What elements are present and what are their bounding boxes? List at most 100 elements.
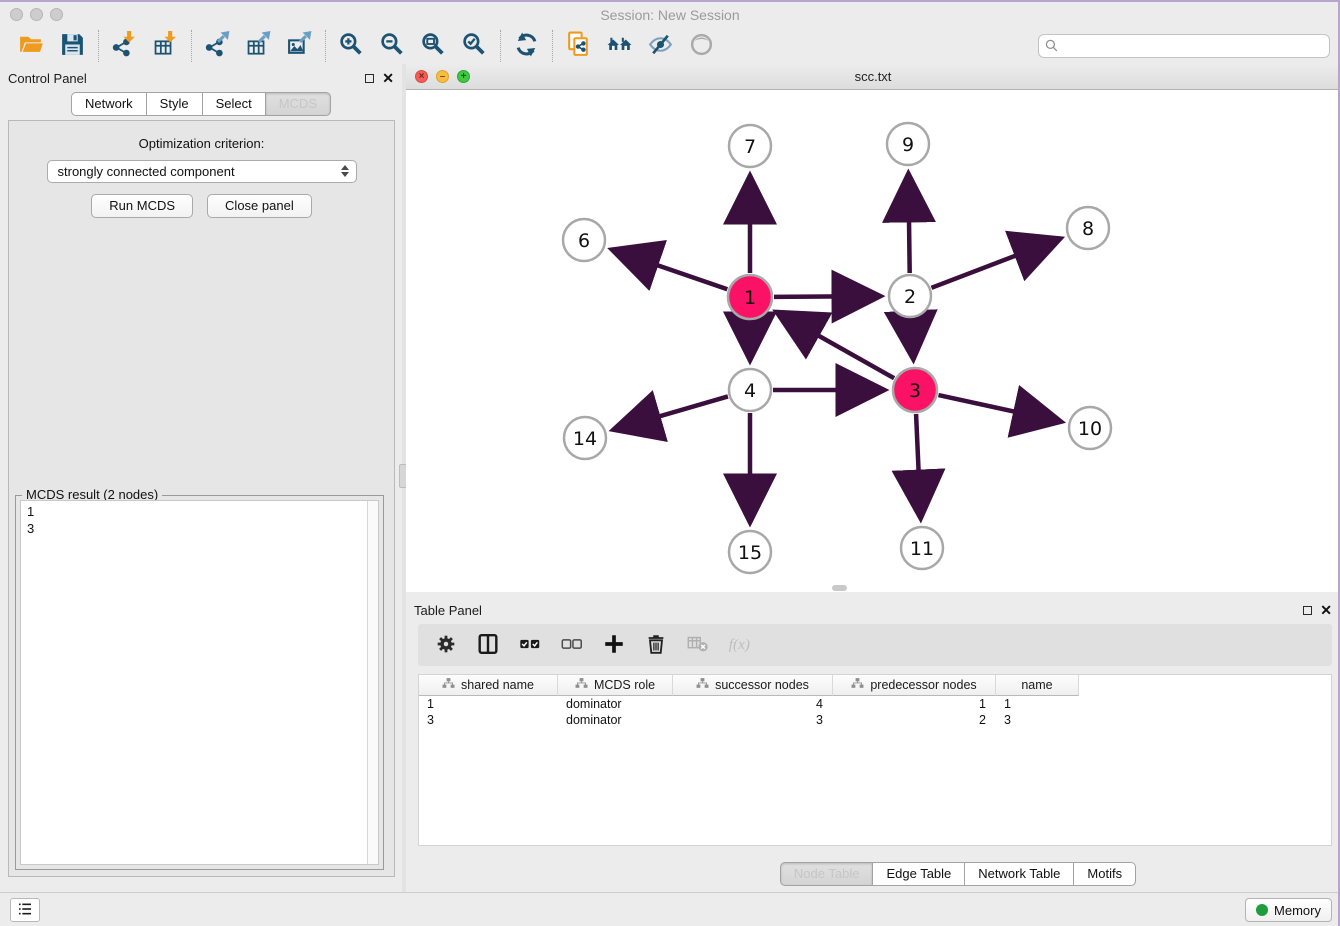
graph-edge-1-6[interactable]: [611, 249, 727, 289]
canvas-scrollbar-thumb[interactable]: [832, 585, 847, 591]
task-history-button[interactable]: [10, 898, 40, 922]
table-panel-header: Table Panel ✕: [406, 596, 1340, 624]
network-graph[interactable]: 7 9 6 8 1 2 4 3 14 10 15 11: [406, 90, 1340, 592]
graph-edge-3-10[interactable]: [938, 395, 1061, 422]
import-network-button[interactable]: [104, 30, 145, 62]
zoom-fit-button[interactable]: [413, 30, 454, 62]
graph-node-10[interactable]: 10: [1069, 407, 1111, 449]
sort-tree-icon: [575, 677, 588, 693]
memory-button[interactable]: Memory: [1245, 898, 1332, 922]
column-header-successor-nodes[interactable]: successor nodes: [673, 675, 833, 696]
table-row[interactable]: 3dominator323: [419, 712, 1331, 728]
graph-edge-2-8[interactable]: [931, 238, 1060, 287]
import-table-button[interactable]: [145, 30, 186, 62]
graph-edge-2-9[interactable]: [908, 173, 909, 273]
export-image-button[interactable]: [279, 30, 320, 62]
column-header-label: shared name: [461, 678, 534, 692]
table-cell: dominator: [558, 696, 673, 712]
mcds-result-line: 1: [27, 503, 378, 520]
zoom-selected-button[interactable]: [454, 30, 495, 62]
window-close-button[interactable]: [10, 8, 23, 21]
toolbar-group: [500, 30, 552, 62]
function-builder-button: f(x): [722, 628, 758, 662]
graph-node-15[interactable]: 15: [729, 531, 771, 573]
mcds-result-line: 3: [27, 520, 378, 537]
graph-node-11[interactable]: 11: [901, 527, 943, 569]
graph-node-9[interactable]: 9: [887, 123, 929, 165]
float-panel-icon[interactable]: [365, 74, 374, 83]
network-canvas[interactable]: 7 9 6 8 1 2 4 3 14 10 15 11: [406, 90, 1340, 592]
svg-text:7: 7: [744, 136, 756, 158]
tab-network[interactable]: Network: [71, 92, 147, 116]
select-all-columns-button[interactable]: [512, 628, 548, 662]
result-scrollbar[interactable]: [367, 501, 378, 864]
graph-edge-2-3[interactable]: [911, 319, 913, 360]
deselect-all-columns-button[interactable]: [554, 628, 590, 662]
tab-mcds[interactable]: MCDS: [265, 92, 331, 116]
zoom-out-button[interactable]: [372, 30, 413, 62]
column-header-label: name: [1021, 678, 1052, 692]
table-float-panel-icon[interactable]: [1303, 606, 1312, 615]
table-tab-motifs[interactable]: Motifs: [1073, 862, 1136, 886]
column-header-shared-name[interactable]: shared name: [419, 675, 558, 696]
export-image-icon: [286, 31, 313, 61]
node-table-header: shared name MCDS rolesuccessor nodes prede…: [419, 675, 1331, 696]
export-network-button[interactable]: [197, 30, 238, 62]
import-network-icon: [111, 31, 138, 61]
tab-select[interactable]: Select: [202, 92, 266, 116]
table-cell: 1: [996, 696, 1079, 712]
graph-node-2[interactable]: 2: [889, 275, 931, 317]
sort-tree-icon: [442, 677, 455, 693]
close-panel-icon[interactable]: ✕: [382, 73, 394, 83]
run-mcds-button[interactable]: Run MCDS: [91, 194, 193, 218]
graph-node-8[interactable]: 8: [1067, 207, 1109, 249]
save-session-button[interactable]: [52, 30, 93, 62]
open-file-button[interactable]: [11, 30, 52, 62]
criterion-dropdown-value: strongly connected component: [58, 164, 235, 179]
refresh-layout-button[interactable]: [506, 30, 547, 62]
graph-edge-3-1[interactable]: [776, 312, 894, 378]
first-neighbors-button[interactable]: [599, 30, 640, 62]
network-close-button[interactable]: ×: [415, 70, 428, 83]
close-panel-button[interactable]: Close panel: [207, 194, 312, 218]
tab-style[interactable]: Style: [146, 92, 203, 116]
graph-node-6[interactable]: 6: [563, 219, 605, 261]
graph-node-4[interactable]: 4: [729, 369, 771, 411]
mcds-result-area[interactable]: 13: [20, 500, 379, 865]
graph-edge-3-11[interactable]: [916, 414, 921, 519]
hide-selected-button[interactable]: [640, 30, 681, 62]
graph-node-1[interactable]: 1: [728, 275, 772, 319]
select-all-columns-icon: [518, 632, 542, 659]
clone-network-button[interactable]: [558, 30, 599, 62]
add-column-button[interactable]: [596, 628, 632, 662]
table-tab-node-table[interactable]: Node Table: [780, 862, 874, 886]
graph-node-7[interactable]: 7: [729, 125, 771, 167]
settings-gear-button[interactable]: [428, 628, 464, 662]
table-cell: 4: [673, 696, 833, 712]
window-zoom-button[interactable]: [50, 8, 63, 21]
toolbar-group: [191, 30, 325, 62]
network-minimize-button[interactable]: –: [436, 70, 449, 83]
network-zoom-button[interactable]: +: [457, 70, 470, 83]
graph-node-3[interactable]: 3: [893, 368, 937, 412]
graph-edge-4-14[interactable]: [613, 396, 728, 429]
table-tab-network-table[interactable]: Network Table: [964, 862, 1074, 886]
column-header-name[interactable]: name: [996, 675, 1079, 696]
zoom-in-button[interactable]: [331, 30, 372, 62]
table-row[interactable]: 1dominator411: [419, 696, 1331, 712]
criterion-dropdown[interactable]: strongly connected component: [47, 160, 357, 183]
delete-column-button[interactable]: [638, 628, 674, 662]
column-chooser-button[interactable]: [470, 628, 506, 662]
export-table-button[interactable]: [238, 30, 279, 62]
graph-edge-1-2[interactable]: [774, 296, 881, 297]
graph-node-14[interactable]: 14: [564, 417, 606, 459]
search-icon: [1044, 38, 1060, 54]
column-header-mcds-role[interactable]: MCDS role: [558, 675, 673, 696]
search-input[interactable]: [1038, 34, 1330, 58]
window-minimize-button[interactable]: [30, 8, 43, 21]
table-close-panel-icon[interactable]: ✕: [1320, 605, 1332, 615]
table-tab-edge-table[interactable]: Edge Table: [872, 862, 965, 886]
window-controls: [10, 8, 63, 21]
column-header-predecessor-nodes[interactable]: predecessor nodes: [833, 675, 996, 696]
column-header-label: predecessor nodes: [870, 678, 976, 692]
